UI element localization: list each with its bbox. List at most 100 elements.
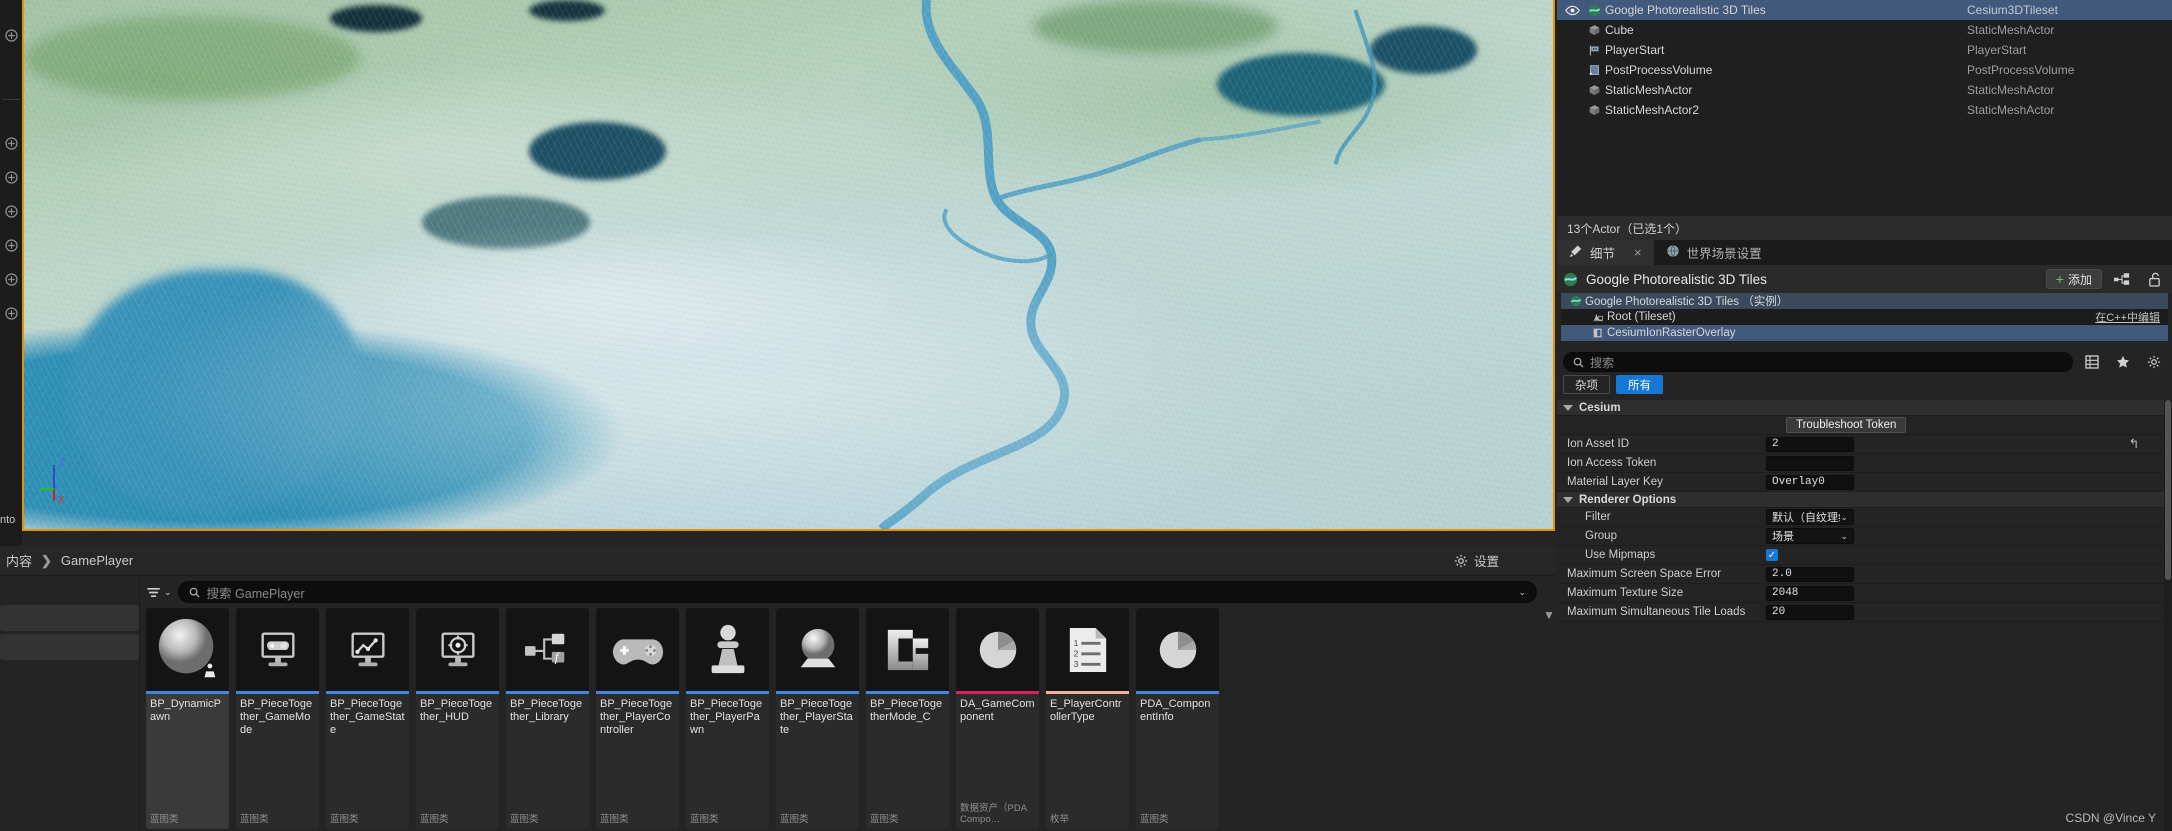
outliner-row-type: StaticMeshActor xyxy=(1967,103,2055,117)
asset-tile[interactable]: PDA_ComponentInfo 蓝图类 xyxy=(1136,608,1219,829)
filter-pill[interactable]: 所有 xyxy=(1616,375,1663,394)
property-label: Maximum Screen Space Error xyxy=(1567,568,1722,580)
property-reset[interactable]: ↰ xyxy=(2104,436,2164,452)
hud-monitor-icon xyxy=(416,608,499,691)
snap-icon[interactable] xyxy=(0,228,22,262)
folder-tree-row[interactable] xyxy=(0,634,139,660)
outliner-row[interactable]: PlayerStart PlayerStart xyxy=(1557,40,2172,60)
property-label: Use Mipmaps xyxy=(1585,549,1656,561)
scrollbar-thumb[interactable] xyxy=(2165,400,2171,580)
chevron-down-icon[interactable]: ⌄ xyxy=(164,587,172,598)
property-text-input[interactable] xyxy=(1766,455,1854,471)
asset-tile[interactable]: BP_PieceTogether_PlayerPawn 蓝图类 xyxy=(686,608,769,829)
property-value: Troubleshoot Token xyxy=(1762,417,2104,433)
translate-icon[interactable] xyxy=(0,126,22,160)
breadcrumb-root[interactable]: 内容 xyxy=(6,551,32,570)
reset-to-default-icon[interactable]: ↰ xyxy=(2129,436,2140,452)
add-component-button[interactable]: + 添加 xyxy=(2045,269,2102,289)
component-tree-row[interactable]: CesiumIonRasterOverlay xyxy=(1561,325,2168,341)
content-browser-folder-tree[interactable] xyxy=(0,576,140,831)
toolbar-divider xyxy=(2,99,20,100)
outliner-status-bar: 13个Actor（已选1个） xyxy=(1557,216,2172,240)
property-checkbox[interactable]: ✓ xyxy=(1766,549,1778,561)
component-tree: Google Photorealistic 3D Tiles （实例） Root … xyxy=(1561,293,2168,341)
property-text-input[interactable]: Overlay0 xyxy=(1766,474,1854,490)
outliner-row-type: Cesium3DTileset xyxy=(1967,3,2058,17)
gear-icon xyxy=(1454,554,1468,567)
unlock-icon[interactable] xyxy=(2142,269,2166,289)
outliner-row[interactable]: StaticMeshActor StaticMeshActor xyxy=(1557,80,2172,100)
component-tree-row[interactable]: Root (Tileset) 在C++中编辑 xyxy=(1561,309,2168,325)
asset-search-input[interactable]: 搜索 GamePlayer ⌄ xyxy=(177,581,1537,603)
favorite-star-icon[interactable] xyxy=(2111,352,2135,372)
asset-search-placeholder: 搜索 GamePlayer xyxy=(206,586,305,601)
tab-details[interactable]: 细节 × xyxy=(1557,240,1654,265)
asset-tile[interactable]: BP_PieceTogether_PlayerController 蓝图类 xyxy=(596,608,679,829)
camera-speed-icon[interactable] xyxy=(0,262,22,296)
filter-button[interactable]: ⌄ xyxy=(146,586,172,599)
property-dropdown[interactable]: 场景 ⌄ xyxy=(1766,528,1854,544)
search-icon xyxy=(1573,357,1584,368)
asset-tile[interactable]: BP_PieceTogether_GameState 蓝图类 xyxy=(326,608,409,829)
troubleshoot-token-button[interactable]: Troubleshoot Token xyxy=(1786,417,1907,433)
scroll-down-arrow-icon[interactable]: ▼ xyxy=(1543,608,1555,622)
grid-icon[interactable] xyxy=(0,296,22,330)
outliner-row-label: Cube xyxy=(1605,23,1634,37)
grid-view-icon[interactable] xyxy=(2080,352,2104,372)
level-viewport[interactable]: Z X xyxy=(22,0,1555,531)
property-label: Ion Access Token xyxy=(1567,457,1657,469)
asset-tile[interactable]: DA_GameComponent 数据资产（PDA Compo… xyxy=(956,608,1039,829)
plus-icon: + xyxy=(2055,271,2064,287)
asset-tile[interactable]: BP_PieceTogether_HUD 蓝图类 xyxy=(416,608,499,829)
search-chevron-down-icon[interactable]: ⌄ xyxy=(1518,587,1526,598)
asset-tile[interactable]: BP_PieceTogether_PlayerState 蓝图类 xyxy=(776,608,859,829)
details-search-input[interactable]: 搜索 xyxy=(1563,352,2073,372)
details-scrollbar[interactable] xyxy=(2164,400,2172,831)
asset-tile[interactable]: f BP_PieceTogether_Library 蓝图类 xyxy=(506,608,589,829)
edit-in-cpp-link[interactable]: 在C++中编辑 xyxy=(2095,309,2160,325)
playerstart-icon xyxy=(1583,44,1605,57)
property-category-header[interactable]: Renderer Options xyxy=(1557,492,2164,508)
outliner-row[interactable]: Google Photorealistic 3D Tiles Cesium3DTi… xyxy=(1557,0,2172,20)
blueprint-icon[interactable] xyxy=(2110,269,2134,289)
expand-triangle-icon[interactable] xyxy=(1563,404,1573,411)
content-browser: 内容 ❯ GamePlayer 设置 ⌄ 搜索 GamePlayer ⌄ BP_… xyxy=(0,546,1555,831)
asset-tile[interactable]: BP_PieceTogetherMode_C 蓝图类 xyxy=(866,608,949,829)
select-mode-icon[interactable] xyxy=(0,18,22,52)
chevron-down-icon[interactable]: ⌄ xyxy=(1840,512,1848,523)
pie-chart-icon xyxy=(956,608,1039,691)
tab-label: 世界场景设置 xyxy=(1686,247,1762,261)
outliner-row[interactable]: StaticMeshActor2 StaticMeshActor xyxy=(1557,100,2172,120)
asset-tile[interactable]: 1 2 3 E_PlayerControllerType 枚举 xyxy=(1046,608,1129,829)
mesh-icon xyxy=(1583,24,1605,37)
asset-grid-scrollbar[interactable]: ▼ xyxy=(1543,608,1555,829)
asset-tile[interactable]: BP_DynamicPawn 蓝图类 xyxy=(146,608,229,829)
outliner-row[interactable]: PostProcessVolume PostProcessVolume xyxy=(1557,60,2172,80)
property-text-input[interactable]: 20 xyxy=(1766,604,1854,620)
content-browser-settings-button[interactable]: 设置 xyxy=(1454,551,1499,570)
property-text-input[interactable]: 2 xyxy=(1766,436,1854,452)
property-row: Group 场景 ⌄ xyxy=(1557,527,2164,546)
tab-world-settings[interactable]: 世界场景设置 xyxy=(1654,240,1774,265)
volume-icon xyxy=(1583,64,1605,77)
outliner-row[interactable]: Cube StaticMeshActor xyxy=(1557,20,2172,40)
breadcrumb-current[interactable]: GamePlayer xyxy=(61,553,133,568)
outliner-row-label: Google Photorealistic 3D Tiles xyxy=(1605,3,1766,17)
property-category-header[interactable]: Cesium xyxy=(1557,400,2164,416)
outliner-row-label: StaticMeshActor2 xyxy=(1605,103,1700,117)
visibility-eye-icon[interactable] xyxy=(1561,3,1583,18)
close-icon[interactable]: × xyxy=(1634,245,1642,260)
property-text-input[interactable]: 2.0 xyxy=(1766,566,1854,582)
filter-pill[interactable]: 杂项 xyxy=(1563,375,1610,394)
property-text-input[interactable]: 2048 xyxy=(1766,585,1854,601)
component-tree-row[interactable]: Google Photorealistic 3D Tiles （实例） xyxy=(1561,293,2168,309)
settings-gear-icon[interactable] xyxy=(2142,352,2166,372)
asset-tile[interactable]: BP_PieceTogether_GameMode 蓝图类 xyxy=(236,608,319,829)
rotate-icon[interactable] xyxy=(0,160,22,194)
property-label: Group xyxy=(1585,530,1617,542)
scale-icon[interactable] xyxy=(0,194,22,228)
property-dropdown[interactable]: 默认（自纹理组）⌄ xyxy=(1766,509,1854,525)
chevron-down-icon[interactable]: ⌄ xyxy=(1840,531,1848,542)
folder-tree-row[interactable] xyxy=(0,605,139,631)
expand-triangle-icon[interactable] xyxy=(1563,496,1573,503)
